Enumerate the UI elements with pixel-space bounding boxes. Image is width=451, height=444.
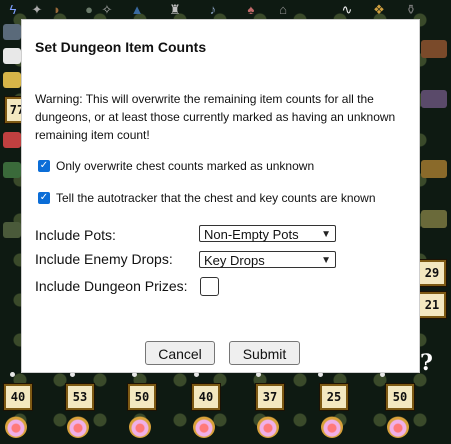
dungeon-cell[interactable]: 50 <box>385 383 415 440</box>
tracker-left-column <box>0 22 24 382</box>
submit-button[interactable]: Submit <box>229 341 300 365</box>
dungeon-cell[interactable]: 37 <box>255 383 285 440</box>
dungeon-item-count: 40 <box>3 383 33 411</box>
cane-icon[interactable] <box>421 210 447 228</box>
tracker-top-strip: ϟ ✦ ◗ ● ✧ ▲ ♜ ♪ ♠ ⌂ ∿ ❖ ⚱ <box>0 0 451 22</box>
chevron-down-icon: ▼ <box>321 255 331 266</box>
dungeon-cell[interactable]: 50 <box>127 383 157 440</box>
medallion-icon[interactable] <box>421 160 447 178</box>
separator-dot <box>194 372 199 377</box>
separator-dot <box>380 372 385 377</box>
dungeon-item-count: 25 <box>319 383 349 411</box>
chevron-down-icon: ▼ <box>321 229 331 240</box>
bottle-icon[interactable]: ⚱ <box>404 2 418 18</box>
include-dungeon-prizes-checkbox[interactable] <box>200 277 219 296</box>
dungeon-cell[interactable]: 53 <box>65 383 95 440</box>
dungeon-item-count: 40 <box>191 383 221 411</box>
gloves-icon[interactable] <box>3 72 21 88</box>
tracker-right-column <box>417 30 451 370</box>
dungeon-cell[interactable]: 25 <box>319 383 349 440</box>
mirror-icon[interactable]: ∿ <box>340 2 354 18</box>
only-unknown-label: Only overwrite chest counts marked as un… <box>56 159 315 173</box>
shield-icon[interactable] <box>3 162 21 178</box>
prize-icon[interactable] <box>129 416 151 438</box>
prize-icon[interactable] <box>387 416 409 438</box>
tell-autotracker-checkbox[interactable]: ✓ <box>38 192 50 204</box>
dungeon-item-count: 50 <box>127 383 157 411</box>
prize-icon[interactable] <box>257 416 279 438</box>
dungeon-cell[interactable]: 40 <box>3 383 33 440</box>
include-enemy-drops-label: Include Enemy Drops: <box>35 251 173 267</box>
separator-dot <box>10 372 15 377</box>
include-pots-select[interactable]: Non-Empty Pots ▼ <box>199 225 336 242</box>
right-count-badge: 21 <box>417 291 447 319</box>
powder-icon[interactable]: ▲ <box>130 2 144 18</box>
only-unknown-checkbox-row[interactable]: ✓ Only overwrite chest counts marked as … <box>38 159 314 173</box>
prize-icon[interactable] <box>321 416 343 438</box>
cape-icon[interactable] <box>3 222 21 238</box>
flute-icon[interactable]: ♪ <box>206 2 220 18</box>
dungeon-item-count: 37 <box>255 383 285 411</box>
separator-dot <box>256 372 261 377</box>
boots-icon[interactable] <box>3 24 21 40</box>
bow-icon[interactable]: ◗ <box>50 2 64 18</box>
bomb-icon[interactable]: ● <box>82 2 96 18</box>
include-pots-value: Non-Empty Pots <box>204 227 299 242</box>
include-enemy-drops-select[interactable]: Key Drops ▼ <box>199 251 336 268</box>
separator-dot <box>70 372 75 377</box>
dungeon-item-count: 53 <box>65 383 95 411</box>
separator-dot <box>132 372 137 377</box>
set-dungeon-item-counts-dialog: Set Dungeon Item Counts Warning: This wi… <box>22 20 419 372</box>
lamp-icon[interactable]: ♠ <box>244 2 258 18</box>
dialog-title: Set Dungeon Item Counts <box>35 39 207 55</box>
warning-text: Warning: This will overwrite the remaini… <box>35 92 396 142</box>
book-icon[interactable]: ❖ <box>372 2 386 18</box>
bag-icon[interactable] <box>421 40 447 58</box>
separator-dot <box>318 372 323 377</box>
hookshot-icon[interactable]: ✦ <box>30 2 44 18</box>
dungeon-item-count: 50 <box>385 383 415 411</box>
prize-icon[interactable] <box>193 416 215 438</box>
rod-icon[interactable] <box>421 90 447 108</box>
flag-icon[interactable] <box>3 48 21 64</box>
cancel-button[interactable]: Cancel <box>145 341 215 365</box>
lightning-icon[interactable]: ϟ <box>6 2 20 18</box>
net-icon[interactable]: ⌂ <box>276 2 290 18</box>
hammer-icon[interactable]: ♜ <box>168 2 182 18</box>
include-dungeon-prizes-label: Include Dungeon Prizes: <box>35 278 188 294</box>
include-enemy-drops-value: Key Drops <box>204 253 265 268</box>
boomerang-icon[interactable]: ✧ <box>100 2 114 18</box>
heart-icon[interactable] <box>3 132 21 148</box>
include-pots-label: Include Pots: <box>35 227 116 243</box>
prize-icon[interactable] <box>67 416 89 438</box>
right-count-badge: 29 <box>417 259 447 287</box>
tell-autotracker-checkbox-row[interactable]: ✓ Tell the autotracker that the chest an… <box>38 191 376 205</box>
dungeon-cell[interactable]: 40 <box>191 383 221 440</box>
only-unknown-checkbox[interactable]: ✓ <box>38 160 50 172</box>
prize-icon[interactable] <box>5 416 27 438</box>
tell-autotracker-label: Tell the autotracker that the chest and … <box>56 191 376 205</box>
